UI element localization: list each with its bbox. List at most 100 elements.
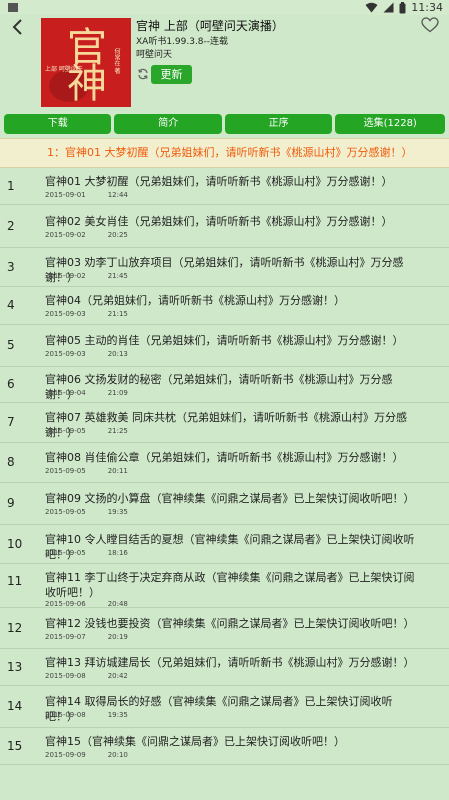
update-button[interactable]: 更新 [151, 65, 192, 84]
cover-title: 官神 [60, 26, 106, 98]
chapter-row[interactable]: 13 官神13 拜访城建局长（兄弟姐妹们，请听听新书《桃源山村》万分感谢！） 201… [0, 649, 449, 686]
chapter-date: 2015-09-07 [45, 633, 86, 641]
chapter-meta: 2015-09-08 20:42 [45, 672, 128, 680]
chapter-row[interactable]: 4 官神04（兄弟姐妹们，请听听新书《桃源山村》万分感谢！） 2015-09-03 2… [0, 287, 449, 325]
chapter-row[interactable]: 15 官神15（官神续集《问鼎之谋局者》已上架快订阅收听吧！） 2015-09-09… [0, 728, 449, 765]
tab-intro[interactable]: 简介 [114, 114, 222, 134]
chapter-number: 2 [7, 219, 15, 233]
now-playing-bar[interactable]: 1：官神01 大梦初醒（兄弟姐妹们，请听听新书《桃源山村》万分感谢！） [0, 138, 449, 168]
chapter-duration: 21:15 [107, 310, 128, 318]
cover-subtitle: 上部 呵壁问天 [45, 66, 83, 73]
chapter-date: 2015-09-06 [45, 600, 86, 608]
chapter-row[interactable]: 3 官神03 劝李丁山放弃项目（兄弟姐妹们，请听听新书《桃源山村》万分感谢！） 20… [0, 248, 449, 287]
chapter-title: 官神05 主动的肖佳（兄弟姐妹们，请听听新书《桃源山村》万分感谢！） [45, 334, 404, 347]
chapter-meta: 2015-09-02 21:45 [45, 272, 128, 280]
chapter-number: 7 [7, 415, 15, 429]
favorite-heart-icon[interactable] [421, 17, 439, 33]
back-arrow-icon[interactable] [8, 17, 28, 37]
chapter-meta: 2015-09-08 19:35 [45, 711, 128, 719]
chapter-row[interactable]: 12 官神12 没钱也要投资（官神续集《问鼎之谋局者》已上架快订阅收听吧！） 201… [0, 608, 449, 649]
chapter-row[interactable]: 6 官神06 文扬发财的秘密（兄弟姐妹们，请听听新书《桃源山村》万分感谢！） 201… [0, 367, 449, 403]
book-title: 官神 上部（呵壁问天演播） [136, 19, 284, 33]
chapter-meta: 2015-09-03 20:13 [45, 350, 128, 358]
chapter-date: 2015-09-05 [45, 427, 86, 435]
chapter-title: 官神10 令人瞠目结舌的夏想（官神续集《问鼎之谋局者》已上架快订阅收听吧！） [45, 533, 415, 561]
status-time: 11:34 [411, 1, 443, 14]
chapter-list: 1 官神01 大梦初醒（兄弟姐妹们，请听听新书《桃源山村》万分感谢！） 2015-0… [0, 169, 449, 765]
chapter-meta: 2015-09-01 12:44 [45, 191, 128, 199]
chapter-duration: 12:44 [107, 191, 128, 199]
chapter-number: 12 [7, 621, 23, 635]
chapter-title: 官神15（官神续集《问鼎之谋局者》已上架快订阅收听吧！） [45, 735, 345, 748]
chapter-duration: 20:13 [107, 350, 128, 358]
chapter-row[interactable]: 14 官神14 取得局长的好感（官神续集《问鼎之谋局者》已上架快订阅收听吧！） 20… [0, 686, 449, 728]
chapter-row[interactable]: 11 官神11 李丁山终于决定弃商从政（官神续集《问鼎之谋局者》已上架快订阅收听吧… [0, 564, 449, 608]
chapter-title: 官神09 文扬的小算盘（官神续集《问鼎之谋局者》已上架快订阅收听吧！） [45, 492, 415, 505]
chapter-meta: 2015-09-02 20:25 [45, 231, 128, 239]
app-version: XA听书1.99.3.8--连载 [136, 37, 229, 47]
chapter-title: 官神12 没钱也要投资（官神续集《问鼎之谋局者》已上架快订阅收听吧！） [45, 617, 415, 630]
chapter-title: 官神03 劝李丁山放弃项目（兄弟姐妹们，请听听新书《桃源山村》万分感谢！） [45, 256, 404, 284]
tab-download[interactable]: 下载 [4, 114, 112, 134]
chapter-date: 2015-09-05 [45, 549, 86, 557]
tab-order[interactable]: 正序 [224, 114, 333, 134]
chapter-row[interactable]: 7 官神07 英雄救美 同床共枕（兄弟姐妹们，请听听新书《桃源山村》万分感谢！） 2… [0, 403, 449, 443]
chapter-row[interactable]: 1 官神01 大梦初醒（兄弟姐妹们，请听听新书《桃源山村》万分感谢！） 2015-0… [0, 169, 449, 205]
chapter-row[interactable]: 8 官神08 肖佳偷公章（兄弟姐妹们，请听听新书《桃源山村》万分感谢！） 2015-… [0, 443, 449, 483]
chapter-duration: 20:11 [107, 467, 128, 475]
chapter-title: 官神06 文扬发财的秘密（兄弟姐妹们，请听听新书《桃源山村》万分感谢！） [45, 373, 393, 401]
chapter-date: 2015-09-03 [45, 350, 86, 358]
chapter-duration: 21:25 [107, 427, 128, 435]
chapter-duration: 19:35 [107, 711, 128, 719]
tab-select-episodes[interactable]: 选集(1228) [335, 114, 446, 134]
refresh-icon[interactable] [137, 68, 149, 80]
chapter-meta: 2015-09-04 21:09 [45, 389, 128, 397]
chapter-row[interactable]: 10 官神10 令人瞠目结舌的夏想（官神续集《问鼎之谋局者》已上架快订阅收听吧！）… [0, 525, 449, 564]
chapter-number: 6 [7, 377, 15, 391]
chapter-title: 官神07 英雄救美 同床共枕（兄弟姐妹们，请听听新书《桃源山村》万分感谢！） [45, 411, 407, 439]
chapter-date: 2015-09-04 [45, 389, 86, 397]
chapter-meta: 2015-09-05 21:25 [45, 427, 128, 435]
chapter-number: 9 [7, 496, 15, 510]
chapter-title: 官神14 取得局长的好感（官神续集《问鼎之谋局者》已上架快订阅收听吧！） [45, 695, 393, 723]
chapter-meta: 2015-09-05 20:11 [45, 467, 128, 475]
chapter-title: 官神01 大梦初醒（兄弟姐妹们，请听听新书《桃源山村》万分感谢！） [45, 175, 393, 188]
chapter-row[interactable]: 5 官神05 主动的肖佳（兄弟姐妹们，请听听新书《桃源山村》万分感谢！） 2015-… [0, 325, 449, 367]
status-bar: 11:34 [0, 0, 449, 15]
chapter-number: 8 [7, 455, 15, 469]
chapter-duration: 20:19 [107, 633, 128, 641]
chapter-meta: 2015-09-06 20:48 [45, 600, 128, 608]
chapter-date: 2015-09-09 [45, 751, 86, 759]
chapter-meta: 2015-09-05 19:35 [45, 508, 128, 516]
chapter-duration: 21:09 [107, 389, 128, 397]
battery-icon [399, 1, 406, 13]
chapter-duration: 18:16 [107, 549, 128, 557]
book-cover[interactable]: 官神 何常在 著 上部 呵壁问天 [41, 18, 131, 107]
book-header: 官神 何常在 著 上部 呵壁问天 官神 上部（呵壁问天演播） XA听书1.99.… [0, 15, 449, 110]
chapter-title: 官神11 李丁山终于决定弃商从政（官神续集《问鼎之谋局者》已上架快订阅收听吧！） [45, 571, 415, 599]
action-tabs: 下载 简介 正序 选集(1228) [4, 114, 446, 134]
chapter-date: 2015-09-02 [45, 272, 86, 280]
square-icon [8, 3, 18, 12]
chapter-date: 2015-09-03 [45, 310, 86, 318]
chapter-date: 2015-09-05 [45, 508, 86, 516]
chapter-duration: 20:10 [107, 751, 128, 759]
chapter-number: 13 [7, 660, 23, 674]
chapter-number: 10 [7, 537, 23, 551]
chapter-duration: 21:45 [107, 272, 128, 280]
signal-icon [383, 2, 394, 13]
chapter-duration: 20:42 [107, 672, 128, 680]
chapter-date: 2015-09-05 [45, 467, 86, 475]
chapter-duration: 20:48 [107, 600, 128, 608]
chapter-number: 3 [7, 260, 15, 274]
chapter-date: 2015-09-02 [45, 231, 86, 239]
chapter-duration: 20:25 [107, 231, 128, 239]
chapter-title: 官神13 拜访城建局长（兄弟姐妹们，请听听新书《桃源山村》万分感谢！） [45, 656, 415, 669]
chapter-row[interactable]: 2 官神02 美女肖佳（兄弟姐妹们，请听听新书《桃源山村》万分感谢！） 2015-0… [0, 205, 449, 248]
chapter-row[interactable]: 9 官神09 文扬的小算盘（官神续集《问鼎之谋局者》已上架快订阅收听吧！） 2015… [0, 483, 449, 525]
chapter-title: 官神04（兄弟姐妹们，请听听新书《桃源山村》万分感谢！） [45, 294, 345, 307]
chapter-meta: 2015-09-09 20:10 [45, 751, 128, 759]
chapter-title: 官神02 美女肖佳（兄弟姐妹们，请听听新书《桃源山村》万分感谢！） [45, 215, 393, 228]
chapter-title: 官神08 肖佳偷公章（兄弟姐妹们，请听听新书《桃源山村》万分感谢！） [45, 451, 404, 464]
wifi-icon [365, 2, 378, 13]
